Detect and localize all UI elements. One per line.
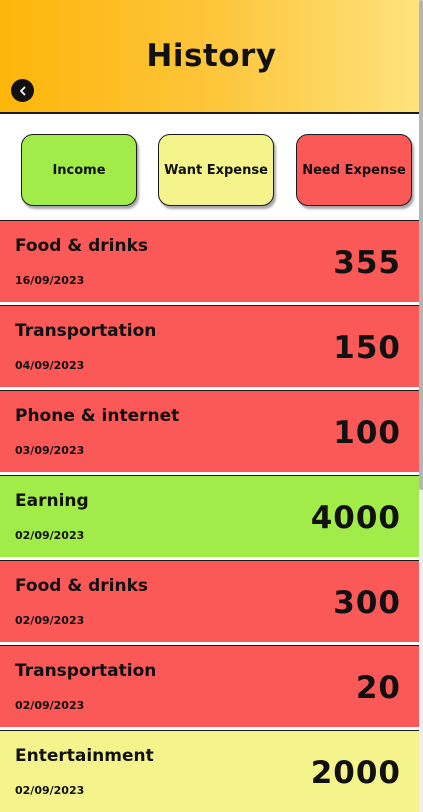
back-button[interactable]: [11, 79, 34, 102]
filter-bar: Income Want Expense Need Expense: [0, 114, 423, 220]
filter-need-expense-button[interactable]: Need Expense: [296, 134, 412, 206]
transaction-title: Transportation: [15, 661, 157, 681]
transaction-amount: 2000: [310, 755, 401, 791]
transaction-amount: 150: [333, 330, 401, 366]
transaction-title: Entertainment: [15, 746, 154, 766]
transaction-date: 02/09/2023: [15, 699, 85, 712]
header: History: [0, 0, 423, 114]
filter-income-button[interactable]: Income: [21, 134, 137, 206]
transaction-amount: 355: [333, 245, 401, 281]
transaction-row[interactable]: Phone & internet 03/09/2023 100: [0, 390, 423, 472]
transaction-title: Food & drinks: [15, 576, 149, 596]
scrollbar[interactable]: [419, 0, 423, 812]
filter-want-expense-button[interactable]: Want Expense: [158, 134, 274, 206]
transaction-row[interactable]: Transportation 04/09/2023 150: [0, 305, 423, 387]
transaction-row[interactable]: Earning 02/09/2023 4000: [0, 475, 423, 557]
transaction-row[interactable]: Transportation 02/09/2023 20: [0, 645, 423, 727]
transaction-amount: 300: [333, 585, 401, 621]
transaction-list: Food & drinks 16/09/2023 355 Transportat…: [0, 220, 423, 812]
history-screen: History Income Want Expense Need Expense…: [0, 0, 423, 812]
transaction-row[interactable]: Food & drinks 02/09/2023 300: [0, 560, 423, 642]
transaction-date: 02/09/2023: [15, 784, 85, 797]
transaction-date: 03/09/2023: [15, 444, 85, 457]
chevron-left-icon: [19, 86, 25, 95]
transaction-title: Phone & internet: [15, 406, 180, 426]
transaction-row[interactable]: Food & drinks 16/09/2023 355: [0, 220, 423, 302]
transaction-title: Earning: [15, 491, 89, 511]
transaction-date: 04/09/2023: [15, 359, 85, 372]
page-title: History: [146, 38, 277, 74]
transaction-amount: 100: [333, 415, 401, 451]
transaction-date: 02/09/2023: [15, 614, 85, 627]
transaction-date: 02/09/2023: [15, 529, 85, 542]
transaction-date: 16/09/2023: [15, 274, 85, 287]
transaction-title: Food & drinks: [15, 236, 149, 256]
transaction-title: Transportation: [15, 321, 157, 341]
transaction-amount: 20: [355, 670, 401, 706]
transaction-amount: 4000: [310, 500, 401, 536]
transaction-row[interactable]: Entertainment 02/09/2023 2000: [0, 730, 423, 812]
scrollbar-thumb[interactable]: [419, 0, 423, 490]
